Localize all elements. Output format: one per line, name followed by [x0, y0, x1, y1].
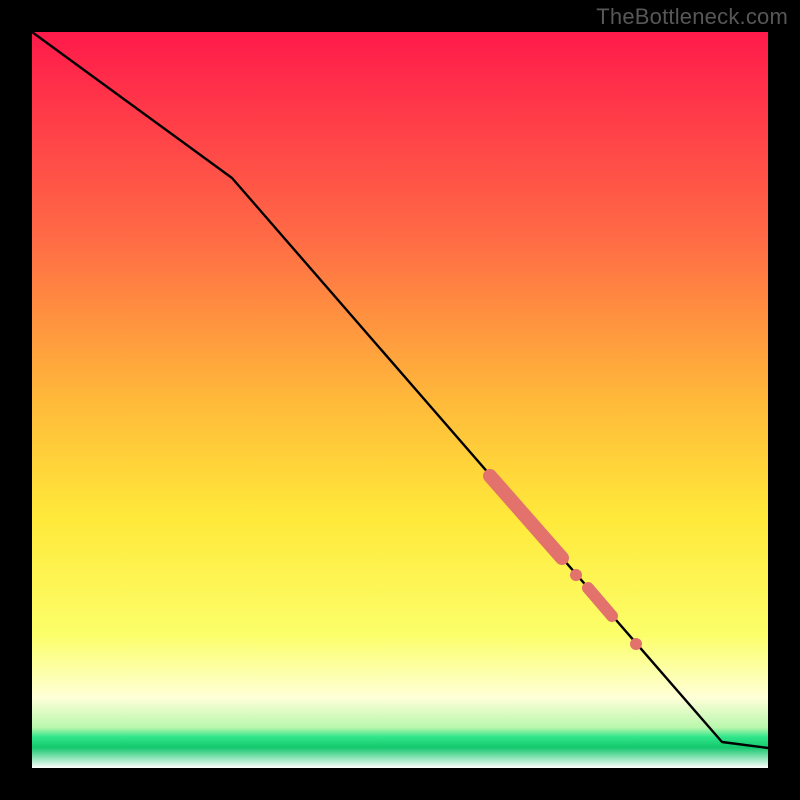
chart-svg — [0, 0, 800, 800]
watermark-text: TheBottleneck.com — [596, 4, 788, 30]
marker-dot — [630, 638, 642, 650]
chart-stage: TheBottleneck.com — [0, 0, 800, 800]
marker-dot — [570, 569, 582, 581]
plot-background — [32, 32, 768, 768]
